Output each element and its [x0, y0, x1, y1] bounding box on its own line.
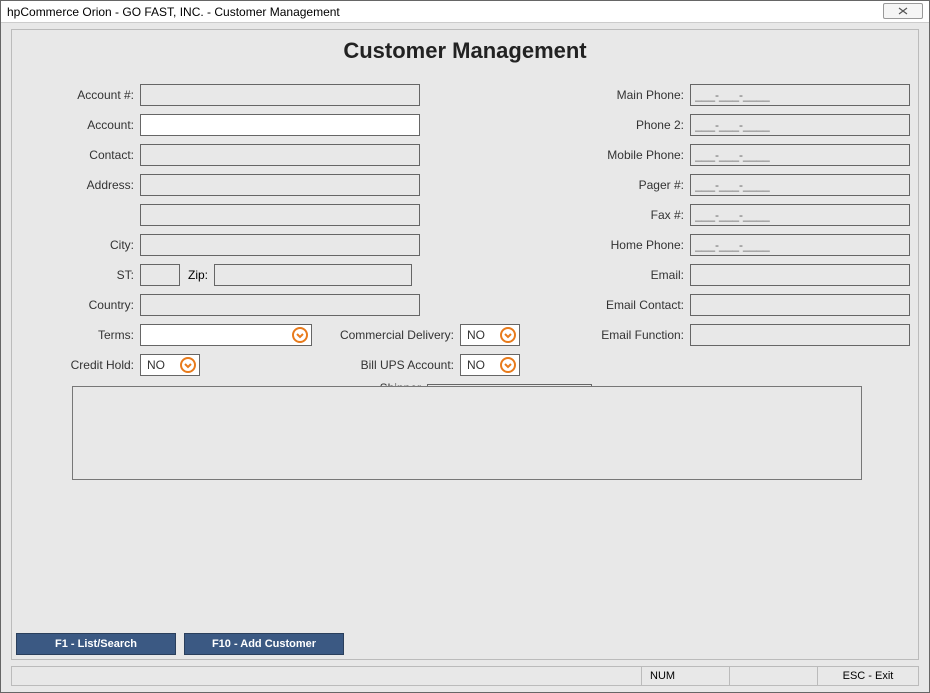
- email-input[interactable]: [690, 264, 910, 286]
- label-st: ST:: [12, 268, 140, 282]
- add-customer-button[interactable]: F10 - Add Customer: [184, 633, 344, 655]
- contact-input[interactable]: [140, 144, 420, 166]
- window-close-button[interactable]: [883, 3, 923, 19]
- window-title: hpCommerce Orion - GO FAST, INC. - Custo…: [7, 5, 340, 19]
- account-no-input[interactable]: [140, 84, 420, 106]
- status-spacer: [12, 667, 642, 685]
- chevron-down-icon: [499, 326, 517, 344]
- list-search-button[interactable]: F1 - List/Search: [16, 633, 176, 655]
- label-main-phone: Main Phone:: [572, 88, 690, 102]
- commercial-delivery-value: NO: [461, 328, 491, 342]
- state-input[interactable]: [140, 264, 180, 286]
- label-home-phone: Home Phone:: [572, 238, 690, 252]
- label-phone2: Phone 2:: [572, 118, 690, 132]
- account-input[interactable]: [140, 114, 420, 136]
- label-contact: Contact:: [12, 148, 140, 162]
- chevron-down-icon: [179, 356, 197, 374]
- status-exit[interactable]: ESC - Exit: [818, 667, 918, 685]
- title-bar: hpCommerce Orion - GO FAST, INC. - Custo…: [1, 1, 929, 23]
- credit-hold-dropdown[interactable]: NO: [140, 354, 200, 376]
- form-area: Account #: Account: Contact: Address:: [12, 82, 918, 430]
- label-account: Account:: [12, 118, 140, 132]
- address2-input[interactable]: [140, 204, 420, 226]
- content-panel: Customer Management Account #: Account: …: [11, 29, 919, 660]
- label-email-contact: Email Contact:: [572, 298, 690, 312]
- label-fax: Fax #:: [572, 208, 690, 222]
- close-icon: [896, 6, 910, 16]
- home-phone-input[interactable]: [690, 234, 910, 256]
- form-col-right: Main Phone: Phone 2: Mobile Phone: Pager…: [572, 82, 912, 352]
- label-terms: Terms:: [12, 328, 140, 342]
- credit-hold-value: NO: [141, 358, 171, 372]
- label-mobile-phone: Mobile Phone:: [572, 148, 690, 162]
- page-title: Customer Management: [12, 38, 918, 64]
- main-phone-input[interactable]: [690, 84, 910, 106]
- label-pager: Pager #:: [572, 178, 690, 192]
- status-bar: NUM ESC - Exit: [11, 666, 919, 686]
- bill-ups-value: NO: [461, 358, 491, 372]
- chevron-down-icon: [499, 356, 517, 374]
- label-account-no: Account #:: [12, 88, 140, 102]
- label-zip: Zip:: [188, 268, 214, 282]
- email-contact-input[interactable]: [690, 294, 910, 316]
- label-address: Address:: [12, 178, 140, 192]
- commercial-delivery-dropdown[interactable]: NO: [460, 324, 520, 346]
- app-window: hpCommerce Orion - GO FAST, INC. - Custo…: [0, 0, 930, 693]
- bill-ups-dropdown[interactable]: NO: [460, 354, 520, 376]
- pager-input[interactable]: [690, 174, 910, 196]
- fax-input[interactable]: [690, 204, 910, 226]
- email-function-input[interactable]: [690, 324, 910, 346]
- notes-textarea[interactable]: [72, 386, 862, 480]
- label-credit-hold: Credit Hold:: [12, 358, 140, 372]
- label-commercial-delivery: Commercial Delivery:: [332, 328, 460, 342]
- label-country: Country:: [12, 298, 140, 312]
- status-empty: [730, 667, 818, 685]
- label-email: Email:: [572, 268, 690, 282]
- label-email-function: Email Function:: [572, 328, 690, 342]
- zip-input[interactable]: [214, 264, 412, 286]
- button-bar: F1 - List/Search F10 - Add Customer: [16, 633, 344, 655]
- label-bill-ups: Bill UPS Account:: [332, 358, 460, 372]
- terms-dropdown[interactable]: [140, 324, 312, 346]
- label-city: City:: [12, 238, 140, 252]
- chevron-down-icon: [291, 326, 309, 344]
- city-input[interactable]: [140, 234, 420, 256]
- phone2-input[interactable]: [690, 114, 910, 136]
- status-num: NUM: [642, 667, 730, 685]
- address1-input[interactable]: [140, 174, 420, 196]
- mobile-phone-input[interactable]: [690, 144, 910, 166]
- country-input[interactable]: [140, 294, 420, 316]
